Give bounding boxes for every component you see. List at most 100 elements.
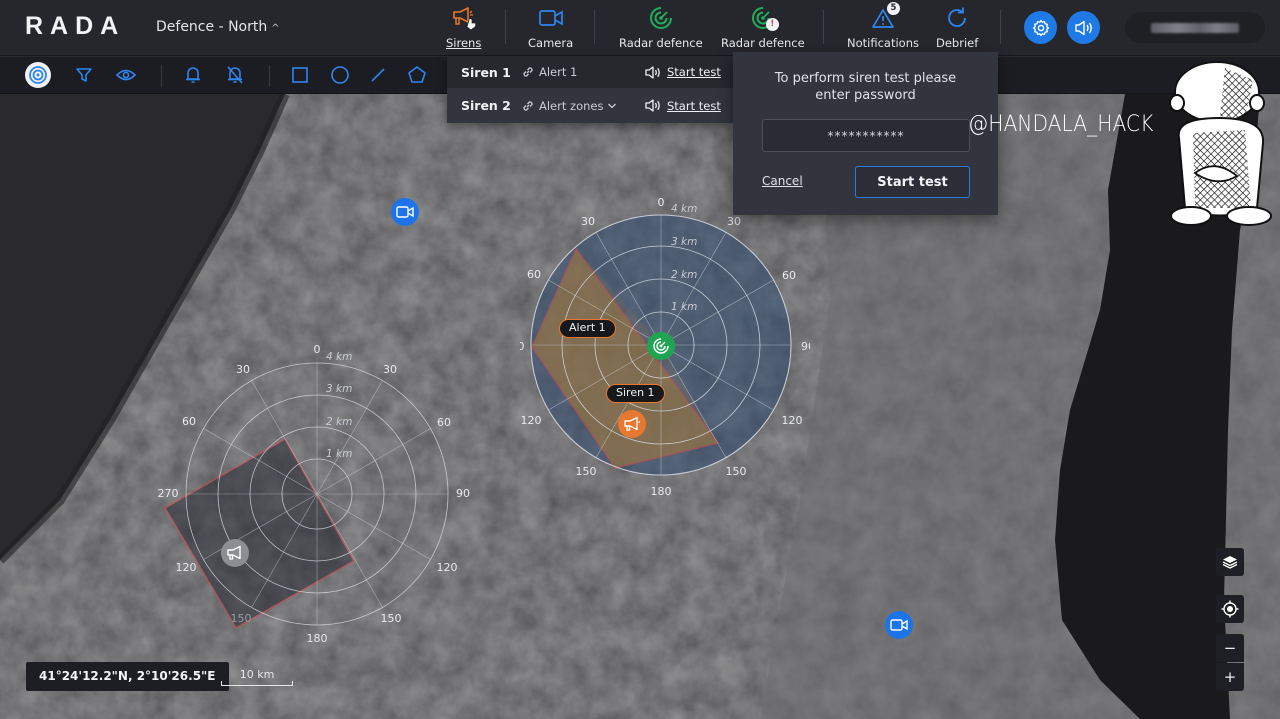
bearing-label: 0 bbox=[314, 343, 321, 356]
bearing-label: 0 bbox=[658, 196, 665, 209]
radar-icon bbox=[653, 338, 669, 354]
map-scale: 10 km bbox=[221, 668, 293, 686]
nav-sirens[interactable]: Sirens bbox=[446, 4, 481, 52]
layers-button[interactable] bbox=[1216, 548, 1244, 576]
user-profile-redacted[interactable] bbox=[1125, 12, 1265, 43]
region-selector[interactable]: Defence - North ^ bbox=[156, 19, 280, 35]
nav-notifications-label: Notifications bbox=[847, 36, 919, 50]
range-label: 4 km bbox=[671, 203, 697, 215]
scale-label: 10 km bbox=[239, 668, 275, 681]
redacted-username bbox=[1151, 22, 1239, 33]
nav-notifications[interactable]: 5 Notifications bbox=[847, 2, 919, 52]
circle-icon bbox=[331, 66, 349, 84]
bearing-label: 30 bbox=[727, 215, 741, 228]
bearing-label: 30 bbox=[383, 363, 397, 376]
start-test-button[interactable]: Start test bbox=[855, 166, 970, 198]
nav-sirens-label: Sirens bbox=[446, 36, 482, 50]
nav-radar-defence-alert[interactable]: ! Radar defence bbox=[721, 4, 805, 52]
bearing-label: 120 bbox=[176, 561, 197, 574]
radar-marker[interactable] bbox=[647, 332, 675, 360]
tool-filter[interactable] bbox=[72, 63, 96, 87]
warning-badge: ! bbox=[765, 18, 779, 31]
link-icon bbox=[523, 67, 533, 77]
tool-alerts-off[interactable] bbox=[223, 63, 247, 87]
sound-button[interactable] bbox=[1067, 11, 1100, 44]
nav-camera[interactable]: Camera bbox=[528, 4, 573, 52]
megaphone-icon bbox=[452, 7, 476, 31]
bearing-label: 150 bbox=[231, 612, 252, 625]
alert-zones-dropdown[interactable]: Alert zones bbox=[521, 99, 621, 113]
divider bbox=[505, 10, 506, 44]
linked-alert[interactable]: Alert 1 bbox=[521, 65, 577, 79]
range-label: 2 km bbox=[671, 269, 697, 281]
tool-visibility[interactable] bbox=[114, 63, 138, 87]
speaker-icon bbox=[645, 65, 660, 79]
megaphone-icon bbox=[227, 545, 241, 560]
minus-icon: − bbox=[1223, 639, 1237, 657]
siren2-alert-zone-polygon[interactable] bbox=[163, 437, 356, 630]
nav-debrief-label: Debrief bbox=[936, 36, 979, 50]
range-label: 3 km bbox=[326, 383, 352, 395]
zoom-out-button[interactable]: − bbox=[1216, 634, 1244, 662]
nav-radar-defence-alert-label: Radar defence bbox=[721, 36, 805, 50]
nav-radar-defence-label: Radar defence bbox=[619, 36, 703, 50]
watermark-text: @HANDALA_HACK bbox=[968, 112, 1154, 137]
zoom-in-button[interactable]: + bbox=[1216, 663, 1244, 691]
gear-icon bbox=[1032, 19, 1049, 36]
line-icon bbox=[371, 68, 385, 82]
siren-tag[interactable]: Siren 1 bbox=[606, 384, 665, 403]
bearing-label: 270 bbox=[520, 340, 525, 353]
bearing-label: 120 bbox=[782, 414, 803, 427]
siren-row[interactable]: Siren 2 Alert zones Start test bbox=[447, 88, 733, 123]
range-label: 4 km bbox=[326, 351, 352, 363]
password-input[interactable] bbox=[762, 119, 970, 152]
radar-icon bbox=[649, 7, 672, 29]
tool-draw-polygon[interactable] bbox=[405, 63, 429, 87]
camera-icon bbox=[396, 206, 414, 218]
linked-alert-label: Alert 1 bbox=[539, 65, 578, 79]
siren-test-password-dialog: To perform siren test please enter passw… bbox=[733, 52, 998, 215]
cursor-coordinates: 41°24'12.2"N, 2°10'26.5"E bbox=[26, 662, 229, 691]
chevron-down-icon bbox=[608, 103, 617, 108]
nav-camera-label: Camera bbox=[528, 36, 574, 50]
settings-button[interactable] bbox=[1024, 11, 1057, 44]
notifications-count-badge: 5 bbox=[886, 2, 900, 15]
camera-marker[interactable] bbox=[885, 611, 913, 639]
bearing-label: 60 bbox=[182, 415, 196, 428]
siren-name: Siren 2 bbox=[461, 98, 511, 113]
locate-button[interactable] bbox=[1216, 595, 1244, 623]
bearing-label: 270 bbox=[158, 487, 179, 500]
bearing-label: 60 bbox=[782, 269, 796, 282]
bell-off-icon bbox=[227, 66, 243, 84]
alert-zone-tag[interactable]: Alert 1 bbox=[559, 319, 616, 338]
tool-draw-rectangle[interactable] bbox=[288, 63, 312, 87]
tool-draw-circle[interactable] bbox=[328, 63, 352, 87]
plus-icon: + bbox=[1223, 668, 1237, 686]
tool-target-layers[interactable] bbox=[25, 62, 51, 88]
start-test-link[interactable]: Start test bbox=[645, 65, 721, 79]
siren2-marker[interactable] bbox=[221, 539, 249, 567]
siren-row[interactable]: Siren 1 Alert 1 Start test bbox=[447, 56, 733, 88]
nav-radar-defence[interactable]: Radar defence bbox=[619, 4, 703, 52]
bearing-label: 150 bbox=[726, 465, 747, 478]
pentagon-icon bbox=[408, 66, 426, 83]
bearing-label: 30 bbox=[581, 215, 595, 228]
siren2-coverage-plot[interactable]: 0 30 60 90 120 150 180 150 120 270 60 30… bbox=[150, 335, 480, 655]
tool-draw-line[interactable] bbox=[366, 63, 390, 87]
bearing-label: 30 bbox=[236, 363, 250, 376]
camera-icon bbox=[890, 619, 908, 631]
start-test-label: Start test bbox=[667, 98, 721, 113]
eye-icon bbox=[116, 69, 136, 81]
divider bbox=[1000, 10, 1001, 44]
refresh-icon bbox=[948, 7, 967, 27]
megaphone-icon bbox=[624, 416, 640, 431]
range-label: 1 km bbox=[671, 301, 697, 313]
app-logo: RADA bbox=[25, 12, 126, 40]
camera-marker[interactable] bbox=[391, 198, 419, 226]
tool-alerts-on[interactable] bbox=[181, 63, 205, 87]
cancel-button[interactable]: Cancel bbox=[762, 174, 803, 188]
start-test-link[interactable]: Start test bbox=[645, 99, 721, 113]
nav-debrief[interactable]: Debrief bbox=[936, 4, 978, 52]
crosshair-icon bbox=[1221, 600, 1239, 618]
siren1-marker[interactable] bbox=[618, 410, 646, 438]
